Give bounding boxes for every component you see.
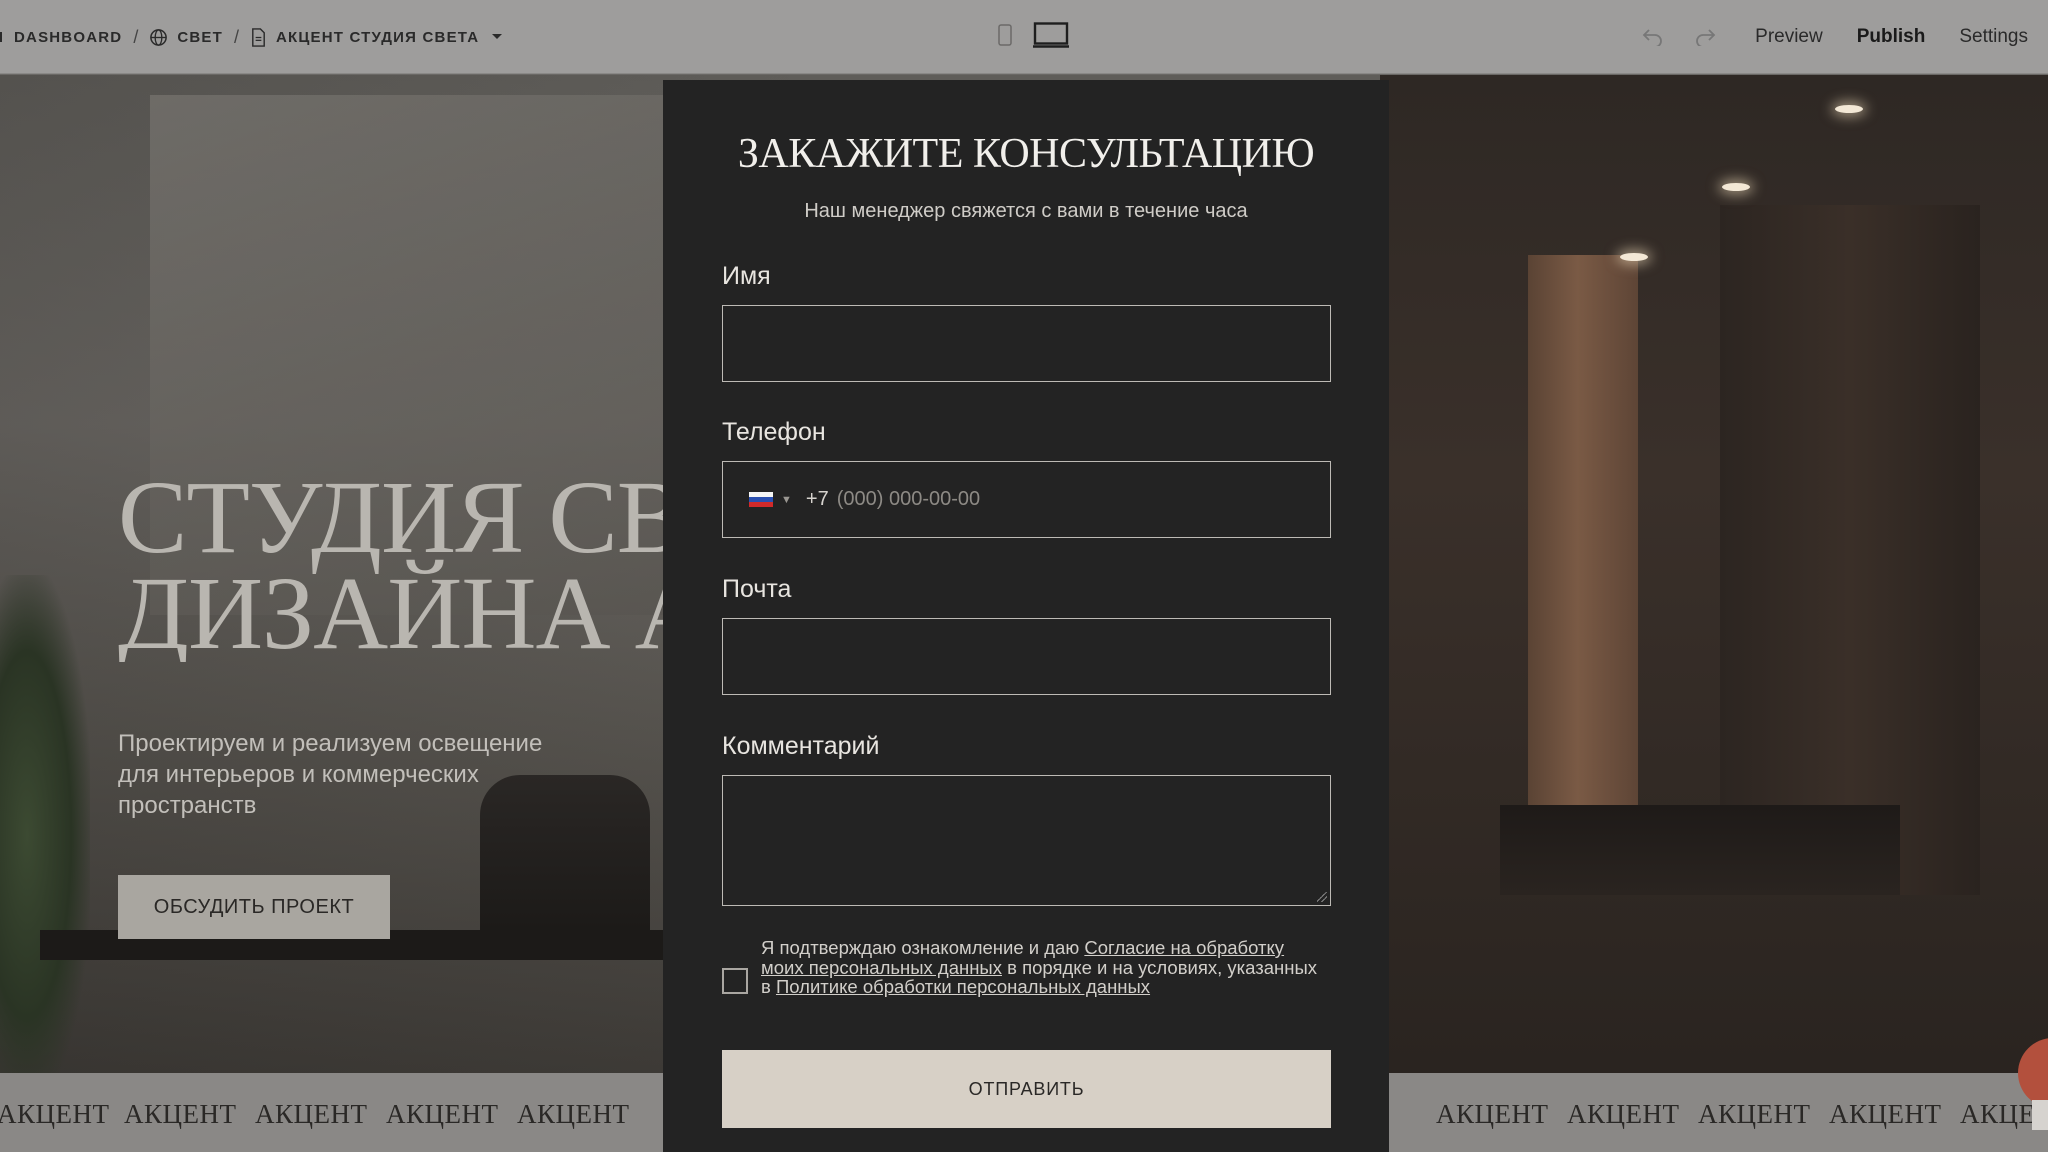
arrow-left-icon bbox=[0, 32, 4, 42]
modal-title: ЗАКАЖИТЕ КОНСУЛЬТАЦИЮ bbox=[737, 131, 1315, 177]
chevron-down-icon[interactable]: ▼ bbox=[781, 494, 792, 506]
comment-textarea[interactable] bbox=[722, 775, 1331, 906]
marquee-word: АКЦЕНТ bbox=[517, 1099, 630, 1129]
consent-text-part-1: Я подтверждаю ознакомление и даю bbox=[761, 937, 1085, 958]
marquee-word: АКЦЕНТ bbox=[1436, 1099, 1549, 1129]
chevron-down-icon[interactable] bbox=[491, 33, 503, 41]
ceiling-light bbox=[1620, 253, 1648, 261]
breadcrumb-dashboard[interactable]: DASHBOARD bbox=[0, 29, 122, 46]
breadcrumb-page-label: АКЦЕНТ СТУДИЯ СВЕТА bbox=[275, 28, 480, 46]
device-switcher bbox=[998, 22, 1069, 48]
hero-plant-decoration bbox=[0, 575, 90, 1095]
marquee-word: АКЦЕНТ bbox=[124, 1099, 237, 1129]
submit-button[interactable]: ОТПРАВИТЬ bbox=[722, 1050, 1331, 1128]
breadcrumb: DASHBOARD / СВЕТ / АКЦЕНТ СТУДИЯ СВЕТА bbox=[0, 24, 512, 50]
resize-handle-icon[interactable] bbox=[1317, 892, 1327, 902]
consent-checkbox[interactable] bbox=[722, 968, 748, 994]
marquee-word: АКЦЕНТ bbox=[386, 1099, 499, 1129]
phone-label: Телефон bbox=[722, 418, 826, 446]
discuss-project-button[interactable]: ОБСУДИТЬ ПРОЕКТ bbox=[118, 875, 390, 939]
editor-toolbar: DASHBOARD / СВЕТ / АКЦЕНТ СТУДИЯ СВЕТА P… bbox=[0, 0, 2048, 74]
preview-button[interactable]: Preview bbox=[1755, 26, 1823, 48]
privacy-policy-link[interactable]: Политике обработки персональных данных bbox=[776, 976, 1150, 997]
toolbar-actions: Preview Publish Settings bbox=[1637, 22, 2028, 52]
hero-title-line-1: СТУДИЯ СВЕТОВОГО bbox=[118, 470, 678, 575]
consent-text: Я подтверждаю ознакомление и даю Согласи… bbox=[761, 938, 1331, 997]
hero-door-decoration bbox=[1528, 255, 1638, 875]
marquee-word: АКЦЕНТ bbox=[255, 1099, 368, 1129]
ceiling-light bbox=[1722, 183, 1750, 191]
phone-field[interactable]: ▼ +7 (000) 000-00-00 bbox=[722, 461, 1331, 538]
hero-title: СТУДИЯ СВЕТОВОГО ДИЗАЙНА АКЦЕНТ bbox=[118, 470, 678, 662]
breadcrumb-separator: / bbox=[133, 26, 139, 47]
email-field[interactable] bbox=[722, 618, 1331, 695]
settings-button[interactable]: Settings bbox=[1959, 26, 2028, 48]
consent-block: Я подтверждаю ознакомление и даю Согласи… bbox=[722, 938, 1331, 997]
breadcrumb-dashboard-label: DASHBOARD bbox=[14, 28, 123, 46]
mobile-view-icon[interactable] bbox=[998, 24, 1012, 46]
hero-cabinet-decoration bbox=[1720, 205, 1980, 895]
phone-placeholder[interactable]: (000) 000-00-00 bbox=[837, 488, 980, 511]
scrollbar-thumb[interactable] bbox=[2032, 1100, 2048, 1130]
breadcrumb-page[interactable]: АКЦЕНТ СТУДИЯ СВЕТА bbox=[250, 27, 512, 47]
marquee-word: АКЦЕНТ bbox=[1698, 1099, 1811, 1129]
comment-label: Комментарий bbox=[722, 732, 880, 760]
ceiling-light bbox=[1835, 105, 1863, 113]
email-label: Почта bbox=[722, 575, 792, 603]
name-field[interactable] bbox=[722, 305, 1331, 382]
hero-title-line-2: ДИЗАЙНА АКЦЕНТ bbox=[118, 556, 678, 663]
undo-button[interactable] bbox=[1637, 22, 1667, 52]
phone-country-code: +7 bbox=[805, 488, 829, 510]
breadcrumb-separator: / bbox=[233, 26, 239, 47]
phone-input-row: ▼ +7 (000) 000-00-00 bbox=[723, 462, 1330, 537]
hero-subtitle: Проектируем и реализуем освещение для ин… bbox=[118, 730, 543, 819]
redo-button[interactable] bbox=[1691, 22, 1721, 52]
russia-flag-icon[interactable] bbox=[749, 491, 773, 508]
page-icon bbox=[252, 27, 265, 47]
marquee-word: АКЦЕНТ bbox=[1567, 1099, 1680, 1129]
breadcrumb-site-label: СВЕТ bbox=[177, 28, 223, 46]
marquee-word: АКЦЕНТ bbox=[1829, 1099, 1942, 1129]
publish-button[interactable]: Publish bbox=[1857, 26, 1926, 48]
globe-icon bbox=[150, 28, 168, 46]
consultation-modal: ЗАКАЖИТЕ КОНСУЛЬТАЦИЮ Наш менеджер свяже… bbox=[663, 80, 1389, 1152]
redo-icon bbox=[1696, 29, 1716, 46]
undo-icon bbox=[1642, 29, 1663, 46]
name-label: Имя bbox=[722, 262, 771, 290]
breadcrumb-site[interactable]: СВЕТ bbox=[149, 28, 223, 47]
desktop-view-icon[interactable] bbox=[1033, 22, 1069, 48]
hero-counter-decoration bbox=[1500, 805, 1900, 895]
marquee-word: АКЦЕНТ bbox=[0, 1099, 110, 1129]
modal-subtitle: Наш менеджер свяжется с вами в течение ч… bbox=[804, 200, 1248, 222]
